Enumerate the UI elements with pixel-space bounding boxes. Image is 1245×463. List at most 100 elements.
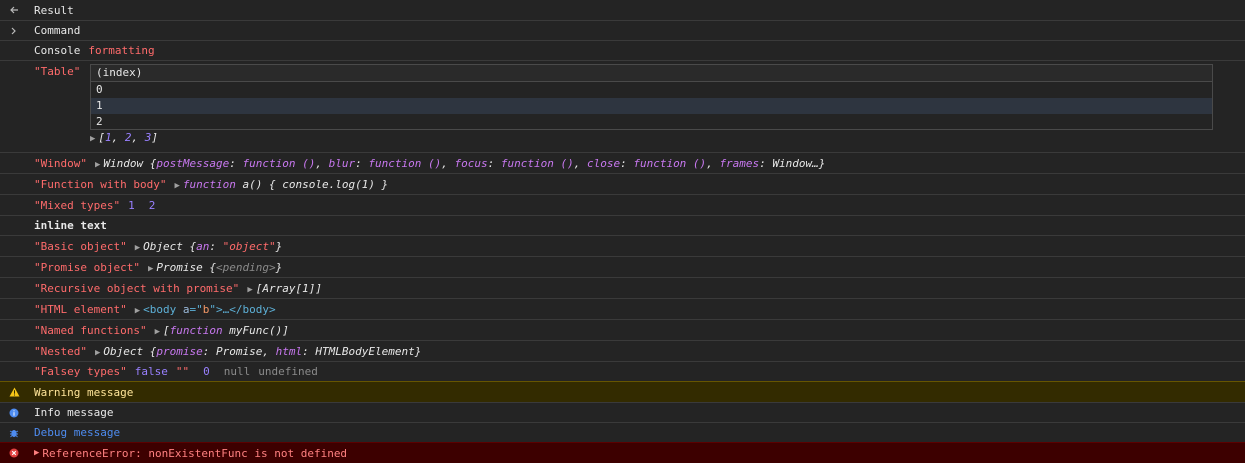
warning-triangle-icon: [8, 382, 20, 402]
function-log-row: "Function with body" ▶ function a() { con…: [0, 173, 1245, 194]
expand-triangle-icon[interactable]: ▶: [155, 327, 160, 337]
sep: ,: [441, 156, 455, 170]
colon: :: [620, 156, 634, 170]
inline-text: inline text: [34, 219, 107, 232]
colon: :: [759, 156, 773, 170]
array-open: [: [163, 323, 170, 337]
promise-preview[interactable]: ▶ Promise {<pending>}: [148, 261, 282, 274]
console-panel: Result Command Console formatting "Table…: [0, 0, 1245, 463]
promise-state: <pending>: [216, 260, 276, 274]
function-keyword: function: [169, 323, 223, 337]
formatting-label: formatting: [88, 44, 155, 57]
html-element-row: "HTML element" ▶ <body a="b">…</body>: [0, 298, 1245, 319]
array-preview[interactable]: ▶ [1, 2, 3]: [90, 131, 158, 144]
falsey-zero: 0: [203, 365, 210, 378]
recursive-preview[interactable]: ▶ [Array[1]]: [247, 282, 322, 295]
prop-value: function (): [242, 156, 316, 170]
recursive-label: "Recursive object with promise": [34, 281, 240, 295]
prop-value: "object": [222, 239, 276, 253]
html-element-preview[interactable]: ▶ <body a="b">…</body>: [135, 303, 276, 316]
window-log-row: "Window" ▶ Window {postMessage: function …: [0, 152, 1245, 173]
console-label: Console: [34, 44, 81, 57]
recursive-value: [Array[1]]: [255, 281, 322, 295]
array-close: ]: [282, 323, 289, 337]
expand-triangle-icon[interactable]: ▶: [90, 134, 95, 144]
console-table: (index) 0 1 2: [90, 64, 1213, 130]
promise-prefix: Promise {: [156, 260, 216, 274]
mixed-value: 1: [128, 198, 135, 212]
object-prefix: Object {: [143, 239, 197, 253]
nested-object-row: "Nested" ▶ Object {promise: Promise, html…: [0, 340, 1245, 361]
array-close: ]: [151, 131, 159, 144]
prop-key: html: [275, 344, 303, 358]
array-value: 1: [105, 131, 112, 144]
command-label: Command: [34, 24, 81, 37]
window-prefix: Window {: [103, 156, 157, 170]
mixed-label: "Mixed types": [34, 198, 121, 212]
window-object-preview[interactable]: ▶ Window {postMessage: function (), blur:…: [95, 157, 825, 170]
prop-value: function (): [368, 156, 442, 170]
expand-triangle-icon[interactable]: ▶: [95, 160, 100, 170]
arrow-left-icon: [8, 0, 20, 20]
recursive-object-row: "Recursive object with promise" ▶ [Array[…: [0, 277, 1245, 298]
array-sep: ,: [111, 131, 125, 144]
warning-row: Warning message: [0, 381, 1245, 402]
error-row: ▶ ReferenceError: nonExistentFunc is not…: [0, 442, 1245, 463]
function-body: a() { console.log(1) }: [242, 177, 389, 191]
info-message: Info message: [34, 406, 114, 419]
expand-triangle-icon[interactable]: ▶: [95, 348, 100, 358]
warning-message: Warning message: [34, 385, 134, 399]
table-label: "Table": [34, 65, 81, 78]
sep: ,: [706, 156, 720, 170]
prop-value: function (): [500, 156, 574, 170]
window-suffix: }: [818, 156, 826, 170]
named-functions-row: "Named functions" ▶ [function myFunc()]: [0, 319, 1245, 340]
table-header-index[interactable]: (index): [91, 65, 1212, 82]
prop-value: HTMLBodyElement: [315, 344, 415, 358]
basic-object-preview[interactable]: ▶ Object {an: "object"}: [135, 240, 283, 253]
table-row: 1: [91, 98, 1212, 114]
colon: :: [229, 156, 243, 170]
array-value: 2: [124, 131, 132, 144]
function-label: "Function with body": [34, 177, 167, 191]
debug-message: Debug message: [34, 426, 121, 439]
info-row: Info message: [0, 402, 1245, 422]
expand-triangle-icon[interactable]: ▶: [148, 264, 153, 274]
expand-triangle-icon[interactable]: ▶: [135, 306, 140, 316]
nested-label: "Nested": [34, 344, 87, 358]
expand-triangle-icon[interactable]: ▶: [247, 285, 252, 295]
nested-preview[interactable]: ▶ Object {promise: Promise, html: HTMLBod…: [95, 345, 421, 358]
promise-suffix: }: [275, 260, 283, 274]
info-circle-icon: [8, 403, 20, 422]
result-row[interactable]: Result: [0, 0, 1245, 20]
basic-object-row: "Basic object" ▶ Object {an: "object"}: [0, 235, 1245, 256]
named-functions-preview[interactable]: ▶ [function myFunc()]: [155, 324, 289, 337]
object-prefix: Object {: [103, 344, 157, 358]
array-sep: ,: [131, 131, 145, 144]
prop-key: focus: [454, 156, 488, 170]
result-label: Result: [34, 3, 74, 17]
promise-object-row: "Promise object" ▶ Promise {<pending>}: [0, 256, 1245, 277]
prop-key: an: [196, 239, 210, 253]
function-name: myFunc(): [229, 323, 283, 337]
prop-key: blur: [328, 156, 356, 170]
expand-triangle-icon[interactable]: ▶: [34, 448, 39, 458]
expand-triangle-icon[interactable]: ▶: [174, 181, 179, 191]
html-attr: a: [182, 302, 190, 316]
function-keyword: function: [182, 177, 236, 191]
debug-row: Debug message: [0, 422, 1245, 442]
falsey-false: false: [134, 365, 168, 378]
falsey-empty-string: "": [175, 365, 190, 378]
error-circle-icon: [8, 443, 20, 463]
function-preview[interactable]: ▶ function a() { console.log(1) }: [174, 178, 388, 191]
prop-key: promise: [156, 344, 203, 358]
chevron-right-icon: [8, 21, 20, 40]
falsey-types-row: "Falsey types" false "" 0 null undefined: [0, 361, 1245, 381]
expand-triangle-icon[interactable]: ▶: [135, 243, 140, 253]
prop-value: Window…: [772, 156, 819, 170]
sep: ,: [315, 156, 329, 170]
table-log-row: "Table" (index) 0 1 2 ▶ [1, 2, 3]: [0, 60, 1245, 152]
command-row[interactable]: Command: [0, 20, 1245, 40]
mixed-value: 2: [148, 198, 156, 212]
mixed-log-row: "Mixed types" 1 2: [0, 194, 1245, 215]
